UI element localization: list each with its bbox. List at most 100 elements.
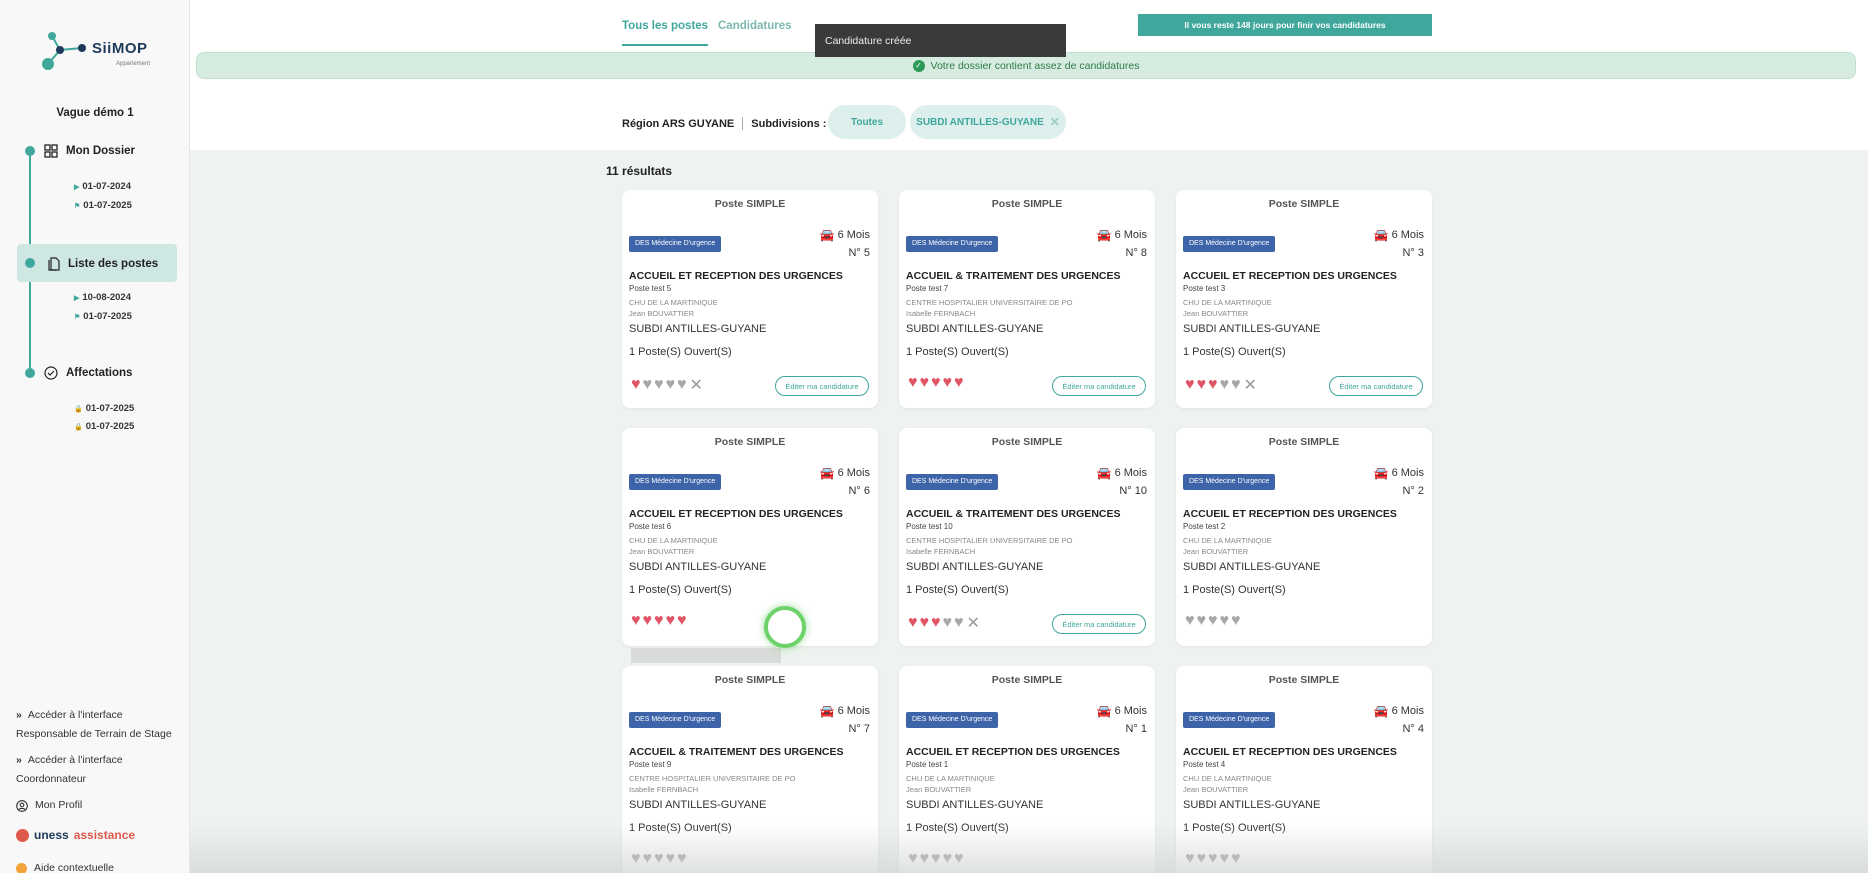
heart-icon[interactable]: ♥ xyxy=(1185,851,1195,867)
etablissement: CHU DE LA MARTINIQUE xyxy=(629,298,718,307)
post-type: Poste SIMPLE xyxy=(991,674,1063,686)
edit-candidature-button[interactable]: Éditer ma candidature xyxy=(775,376,869,396)
post-card[interactable]: Poste SIMPLE 🚘 6 Mois DES Médecine D'urgenc… xyxy=(899,666,1155,873)
heart-icon[interactable]: ♥ xyxy=(943,375,953,391)
post-card[interactable]: Poste SIMPLE 🚘 6 Mois DES Médecine D'urgenc… xyxy=(1176,190,1432,408)
clear-rating-icon[interactable]: ✕ xyxy=(690,375,703,395)
post-card[interactable]: Poste SIMPLE 🚘 6 Mois DES Médecine D'urgenc… xyxy=(899,190,1155,408)
heart-icon[interactable]: ♥ xyxy=(1220,851,1230,867)
heart-icon[interactable]: ♥ xyxy=(677,613,687,629)
link-interface-coordonnateur[interactable]: » Accéder à l'interface Coordonnateur xyxy=(16,751,123,789)
clear-rating-icon[interactable]: ✕ xyxy=(1244,375,1257,395)
heart-icon[interactable]: ♥ xyxy=(908,615,918,631)
clear-rating-icon[interactable]: ✕ xyxy=(967,613,980,633)
rating-hearts[interactable]: ♥ ♥ ♥ ♥ ♥ ✕ xyxy=(631,375,703,395)
tab-tous-les-postes[interactable]: Tous les postes xyxy=(622,20,709,46)
sidebar-item-mon-dossier[interactable]: Mon Dossier xyxy=(44,144,135,158)
days-left-button[interactable]: Il vous reste 148 jours pour finir vos c… xyxy=(1138,14,1432,36)
heart-icon[interactable]: ♥ xyxy=(1220,377,1230,393)
rating-hearts[interactable]: ♥ ♥ ♥ ♥ ♥ xyxy=(631,613,687,629)
uness-assistance-link[interactable]: uness assistance xyxy=(16,828,135,842)
heart-icon[interactable]: ♥ xyxy=(931,615,941,631)
heart-icon[interactable]: ♥ xyxy=(931,375,941,391)
heart-icon[interactable]: ♥ xyxy=(920,851,930,867)
edit-candidature-button[interactable]: Éditer ma candidature xyxy=(1052,614,1146,634)
heart-icon[interactable]: ♥ xyxy=(643,377,653,393)
vague-label: Vague démo 1 xyxy=(56,107,134,119)
heart-icon[interactable]: ♥ xyxy=(1185,613,1195,629)
heart-icon[interactable]: ♥ xyxy=(666,613,676,629)
heart-icon[interactable]: ♥ xyxy=(677,377,687,393)
duration: 🚘 6 Mois xyxy=(1096,466,1147,480)
rating-hearts[interactable]: ♥ ♥ ♥ ♥ ♥ xyxy=(1185,851,1241,867)
post-card[interactable]: Poste SIMPLE 🚘 6 Mois DES Médecine D'urgenc… xyxy=(1176,666,1432,873)
chip-subdivision[interactable]: SUBDI ANTILLES-GUYANE ✕ xyxy=(910,105,1066,139)
heart-icon[interactable]: ♥ xyxy=(931,851,941,867)
app-logo[interactable]: SiiMOP Appariement xyxy=(40,28,160,80)
heart-icon[interactable]: ♥ xyxy=(920,615,930,631)
close-icon[interactable]: ✕ xyxy=(1050,115,1060,129)
heart-icon[interactable]: ♥ xyxy=(943,615,953,631)
rating-hearts[interactable]: ♥ ♥ ♥ ♥ ♥ ✕ xyxy=(1185,375,1257,395)
heart-icon[interactable]: ♥ xyxy=(677,851,687,867)
post-card[interactable]: Poste SIMPLE 🚘 6 Mois DES Médecine D'urgenc… xyxy=(1176,428,1432,646)
heart-icon[interactable]: ♥ xyxy=(954,851,964,867)
heart-icon[interactable]: ♥ xyxy=(1197,377,1207,393)
post-title: ACCUEIL ET RECEPTION DES URGENCES xyxy=(906,746,1120,758)
sidebar-item-affectations[interactable]: Affectations xyxy=(44,366,132,380)
link-mon-profil[interactable]: Mon Profil xyxy=(16,796,82,815)
post-number: N° 8 xyxy=(1125,247,1147,259)
heart-icon[interactable]: ♥ xyxy=(943,851,953,867)
heart-icon[interactable]: ♥ xyxy=(920,375,930,391)
heart-icon[interactable]: ♥ xyxy=(631,851,641,867)
tab-candidatures[interactable]: Candidatures xyxy=(718,20,792,32)
rating-hearts[interactable]: ♥ ♥ ♥ ♥ ♥ xyxy=(908,851,964,867)
aide-contextuelle-link[interactable]: Aide contextuelle xyxy=(16,862,114,873)
heart-icon[interactable]: ♥ xyxy=(954,375,964,391)
play-icon: ▶ xyxy=(74,294,80,302)
link-interface-responsable[interactable]: » Accéder à l'interface Responsable de Te… xyxy=(16,706,172,744)
heart-icon[interactable]: ♥ xyxy=(666,851,676,867)
heart-icon[interactable]: ♥ xyxy=(1208,851,1218,867)
heart-icon[interactable]: ♥ xyxy=(1231,377,1241,393)
edit-candidature-button[interactable]: Éditer ma candidature xyxy=(1329,376,1423,396)
post-title: ACCUEIL ET RECEPTION DES URGENCES xyxy=(1183,508,1397,520)
etablissement: CHU DE LA MARTINIQUE xyxy=(1183,774,1272,783)
heart-icon[interactable]: ♥ xyxy=(1231,851,1241,867)
heart-icon[interactable]: ♥ xyxy=(1208,613,1218,629)
heart-icon[interactable]: ♥ xyxy=(654,613,664,629)
rating-hearts[interactable]: ♥ ♥ ♥ ♥ ♥ ✕ xyxy=(908,613,980,633)
molecule-logo-icon xyxy=(42,32,86,70)
heart-icon[interactable]: ♥ xyxy=(1185,377,1195,393)
heart-icon[interactable]: ♥ xyxy=(1220,613,1230,629)
post-card[interactable]: Poste SIMPLE 🚘 6 Mois DES Médecine D'urgenc… xyxy=(622,428,878,646)
heart-icon[interactable]: ♥ xyxy=(1197,851,1207,867)
subdivision: SUBDI ANTILLES-GUYANE xyxy=(629,561,767,573)
sidebar-item-label: Mon Dossier xyxy=(66,145,136,157)
heart-icon[interactable]: ♥ xyxy=(1197,613,1207,629)
heart-icon[interactable]: ♥ xyxy=(643,613,653,629)
post-title: ACCUEIL & TRAITEMENT DES URGENCES xyxy=(906,508,1121,520)
heart-icon[interactable]: ♥ xyxy=(654,851,664,867)
heart-icon[interactable]: ♥ xyxy=(1208,377,1218,393)
post-card[interactable]: Poste SIMPLE 🚘 6 Mois DES Médecine D'urgenc… xyxy=(899,428,1155,646)
sidebar-item-liste-des-postes[interactable]: Liste des postes xyxy=(48,257,158,271)
chip-toutes[interactable]: Toutes xyxy=(828,105,906,139)
rating-hearts[interactable]: ♥ ♥ ♥ ♥ ♥ xyxy=(908,375,964,391)
heart-icon[interactable]: ♥ xyxy=(654,377,664,393)
heart-icon[interactable]: ♥ xyxy=(908,851,918,867)
contact-name: Jean BOUVATTIER xyxy=(1183,785,1249,794)
heart-icon[interactable]: ♥ xyxy=(666,377,676,393)
heart-icon[interactable]: ♥ xyxy=(1231,613,1241,629)
post-card[interactable]: Poste SIMPLE 🚘 6 Mois DES Médecine D'urgenc… xyxy=(622,190,878,408)
rating-hearts[interactable]: ♥ ♥ ♥ ♥ ♥ xyxy=(631,851,687,867)
heart-icon[interactable]: ♥ xyxy=(643,851,653,867)
heart-icon[interactable]: ♥ xyxy=(954,615,964,631)
heart-icon[interactable]: ♥ xyxy=(631,377,641,393)
heart-icon[interactable]: ♥ xyxy=(908,375,918,391)
heart-icon[interactable]: ♥ xyxy=(631,613,641,629)
rating-hearts[interactable]: ♥ ♥ ♥ ♥ ♥ xyxy=(1185,613,1241,629)
edit-candidature-button[interactable]: Éditer ma candidature xyxy=(1052,376,1146,396)
post-card[interactable]: Poste SIMPLE 🚘 6 Mois DES Médecine D'urgenc… xyxy=(622,666,878,873)
specialty-badge: DES Médecine D'urgence xyxy=(629,236,722,252)
